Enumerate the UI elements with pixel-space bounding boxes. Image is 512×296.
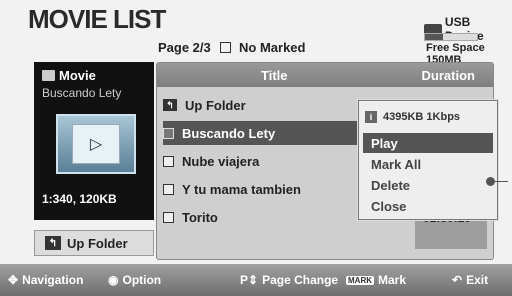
marked-status: No Marked xyxy=(239,40,306,55)
list-item-label: Torito xyxy=(182,209,218,225)
list-item-label: Buscando Lety xyxy=(182,125,276,141)
exit-icon: ↶ xyxy=(452,273,463,287)
list-item-label: Y tu mama tambien xyxy=(182,181,301,197)
up-folder-button-label: Up Folder xyxy=(67,235,128,251)
info-icon: i xyxy=(365,111,377,123)
mark-key-icon: MARK xyxy=(346,275,374,285)
preview-panel: Movie Buscando Lety ▷ 1:340, 120KB xyxy=(34,62,154,220)
up-folder-button[interactable]: ↰ Up Folder xyxy=(34,230,154,256)
option-icon: ◉ xyxy=(108,273,119,287)
page-indicator: Page 2/3 xyxy=(158,40,211,55)
free-space-fill xyxy=(425,34,444,40)
list-item-label: Nube viajera xyxy=(182,153,260,169)
page-info: Page 2/3 No Marked xyxy=(158,40,305,55)
column-title: Title xyxy=(261,68,288,83)
up-folder-icon: ↰ xyxy=(163,99,177,111)
footer-exit: ↶ Exit xyxy=(452,273,489,287)
checkbox[interactable] xyxy=(163,211,174,223)
navigation-icon: ✥ xyxy=(8,273,19,287)
column-duration: Duration xyxy=(421,68,475,83)
menu-item-close[interactable]: Close xyxy=(363,196,493,216)
preview-meta: 1:340, 120KB xyxy=(42,192,117,206)
menu-item-play[interactable]: Play xyxy=(363,133,493,153)
menu-item-mark-all[interactable]: Mark All xyxy=(363,154,493,174)
checkbox[interactable] xyxy=(163,183,174,195)
callout-dot xyxy=(486,177,495,186)
footer-page-change: P⇕ Page Change xyxy=(240,273,339,287)
preview-title: Buscando Lety xyxy=(42,86,122,100)
marked-checkbox-icon xyxy=(220,42,232,53)
play-icon: ▷ xyxy=(89,136,103,153)
checkbox[interactable] xyxy=(163,155,174,167)
media-type-label: Movie xyxy=(59,68,96,83)
file-info: i 4395KB 1Kbps xyxy=(365,107,489,127)
footer-mark: MARK Mark xyxy=(346,273,407,287)
page-title: MOVIE LIST xyxy=(28,4,166,34)
checkbox[interactable] xyxy=(163,127,174,139)
list-header: Title Duration xyxy=(157,63,493,87)
media-type: Movie xyxy=(42,68,96,83)
menu-item-delete[interactable]: Delete xyxy=(363,175,493,195)
up-folder-icon: ↰ xyxy=(45,236,61,250)
film-icon xyxy=(42,70,55,81)
footer-option: ◉ Option xyxy=(108,273,162,287)
file-info-text: 4395KB 1Kbps xyxy=(383,111,461,123)
free-space-bar xyxy=(424,33,478,41)
list-item-label: Up Folder xyxy=(185,97,246,113)
footer-bar: ✥ Navigation ◉ Option P⇕ Page Change MAR… xyxy=(0,264,512,296)
page-icon: P⇕ xyxy=(240,273,259,287)
preview-thumbnail: ▷ xyxy=(56,114,136,174)
footer-navigation: ✥ Navigation xyxy=(8,273,84,287)
options-popup: i 4395KB 1Kbps Play Mark All Delete Clos… xyxy=(358,100,498,220)
